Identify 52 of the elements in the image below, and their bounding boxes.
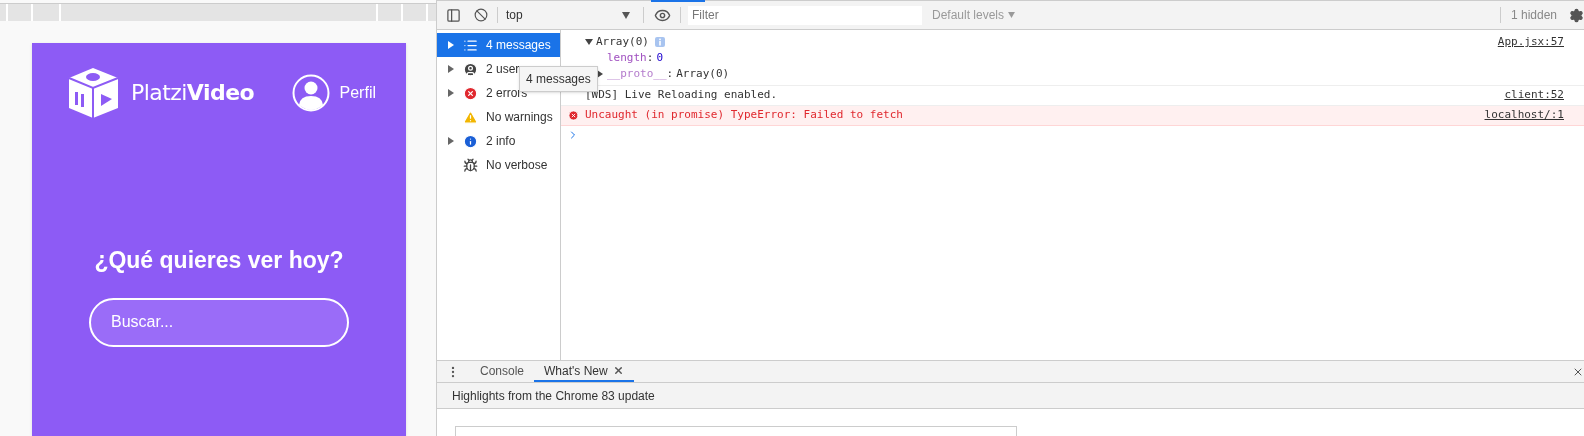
collapse-arrow-icon[interactable]: [585, 38, 593, 46]
sidebar-item[interactable]: No warnings: [437, 105, 560, 129]
search-field[interactable]: Buscar...: [89, 297, 349, 347]
logo-text: PlatziVideo: [131, 79, 255, 107]
expand-arrow-icon[interactable]: [596, 70, 604, 78]
cube-logo-icon: [66, 66, 121, 119]
error-message: Uncaught (in promise) TypeError: Failed to fetch: [585, 107, 904, 124]
property-key: __proto__: [596, 65, 667, 83]
dropdown-arrow-icon: [1008, 12, 1016, 18]
tooltip: 4 messages: [519, 66, 598, 92]
sidebar-item[interactable]: 4 messages: [437, 33, 560, 57]
bug-icon: [463, 157, 478, 173]
dropdown-arrow-icon: [622, 11, 630, 19]
avatar-icon: [291, 73, 330, 112]
profile-link[interactable]: Perfil: [339, 80, 376, 105]
property-value: 0: [656, 49, 663, 66]
error-icon: [463, 85, 478, 101]
sidebar-item[interactable]: No verbose: [437, 153, 560, 177]
expand-arrow-icon[interactable]: [447, 89, 455, 97]
warning-icon: [463, 109, 478, 125]
expand-arrow-icon[interactable]: [447, 137, 455, 145]
sidebar-item-label: No verbose: [486, 157, 548, 174]
hidden-count: 1 hidden: [1510, 7, 1557, 24]
error-icon: [568, 110, 579, 121]
close-tab-icon[interactable]: [612, 365, 624, 376]
expand-arrow-icon[interactable]: [447, 65, 455, 73]
source-link[interactable]: localhost/:1: [1484, 107, 1564, 124]
page-heading: ¿Qué quieres ver hoy?: [94, 246, 344, 275]
property-delimiter: :: [666, 65, 674, 82]
sidebar-item-label: 2 user: [486, 61, 520, 78]
list-icon: [463, 37, 478, 53]
filter-field[interactable]: Filter: [688, 5, 922, 25]
sidebar-item-label: 2 info: [486, 133, 516, 150]
sidebar-item-label: No warnings: [486, 109, 553, 126]
clear-console-icon[interactable]: [474, 8, 488, 22]
settings-icon[interactable]: [1569, 7, 1584, 23]
expand-arrow-icon[interactable]: [447, 41, 455, 49]
source-link[interactable]: client:52: [1504, 87, 1564, 104]
sidebar-item[interactable]: 2 info: [437, 129, 560, 153]
sidebar-item-label: 4 messages: [486, 37, 551, 54]
sidebar-toggle-icon[interactable]: [446, 7, 461, 23]
source-link[interactable]: App.jsx:57: [1497, 34, 1564, 82]
drawer-tab[interactable]: Console: [470, 361, 535, 382]
info-icon: [463, 133, 478, 149]
info-badge-icon: [655, 37, 665, 47]
user-icon: [463, 61, 478, 77]
context-select[interactable]: top: [506, 6, 634, 24]
log-object[interactable]: Array(0): [596, 33, 649, 51]
property-value: Array(0): [676, 65, 730, 82]
property-key: length: [596, 49, 647, 67]
drawer-title: Highlights from the Chrome 83 update: [452, 387, 655, 405]
property-delimiter: :: [646, 49, 654, 66]
